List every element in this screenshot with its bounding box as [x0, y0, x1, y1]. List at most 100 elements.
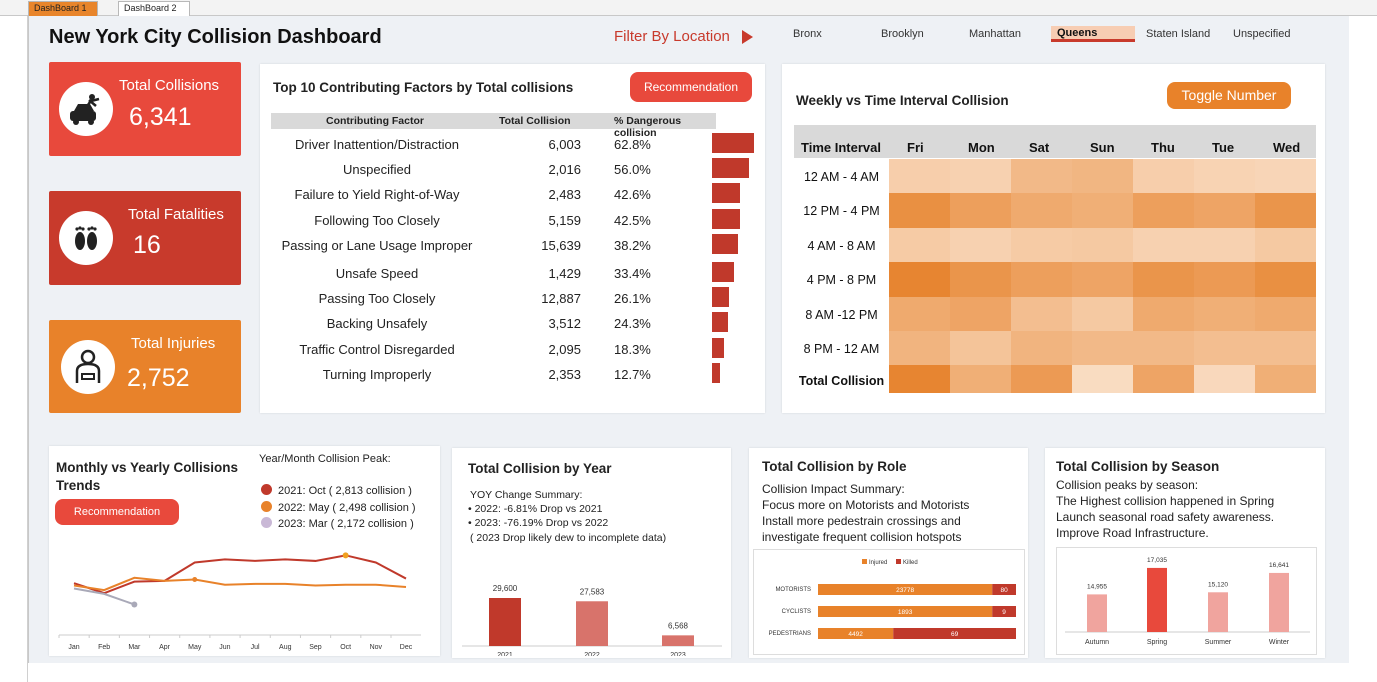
heatmap-cell [1011, 262, 1072, 297]
season-summary-line-2: The Highest collision happened in Spring [1056, 494, 1275, 508]
factor-pct-bar [712, 208, 741, 229]
heatmap-cell [1255, 193, 1316, 228]
season-x-label: Summer [1205, 639, 1232, 646]
factor-name: Passing or Lane Usage Improper [281, 237, 473, 253]
trend-x-label: Apr [159, 644, 171, 651]
year-title: Total Collision by Year [468, 461, 612, 476]
heatmap-cell [1011, 193, 1072, 228]
factor-pct: 26.1% [614, 291, 651, 307]
factor-pct-bar [712, 262, 735, 282]
heatmap-cell [1194, 331, 1255, 366]
heatmap-day-wed: Wed [1273, 140, 1301, 155]
heatmap-day-thu: Thu [1151, 140, 1175, 155]
factor-name: Following Too Closely [314, 212, 440, 228]
heatmap-cell [889, 193, 950, 228]
role-category-label: PEDESTRIANS [769, 631, 811, 637]
year-bar-label: 27,583 [580, 587, 605, 596]
year-bar [662, 635, 694, 646]
peak-item: 2022: May ( 2,498 collision ) [261, 500, 416, 514]
heatmap-cell [1194, 227, 1255, 263]
arrow-right-icon [742, 30, 753, 44]
kpi-collisions-value: 6,341 [129, 103, 192, 131]
heatmap-cell [1255, 331, 1316, 366]
injured-person-icon [61, 340, 115, 394]
sheet-tab-dashboard-1[interactable]: DashBoard 1 [28, 1, 98, 16]
filter-manhattan[interactable]: Manhattan [969, 28, 1021, 40]
heatmap-day-sun: Sun [1090, 140, 1115, 155]
heatmap-cell [950, 296, 1011, 331]
role-injured-value: 23778 [896, 587, 914, 594]
yoy-line-3: ( 2023 Drop likely dew to incomplete dat… [470, 532, 667, 544]
heatmap-cell [1011, 365, 1072, 394]
heatmap-cell [1255, 296, 1316, 331]
toggle-number-button[interactable]: Toggle Number [1167, 82, 1291, 109]
factor-total: 6,003 [548, 137, 581, 152]
factors-card: Top 10 Contributing Factors by Total col… [260, 64, 765, 413]
trend-x-label: Sep [309, 644, 322, 651]
heatmap-cell [1133, 365, 1194, 394]
role-category-label: CYCLISTS [782, 609, 811, 615]
heatmap-cell [889, 159, 950, 194]
season-summary: Collision peaks by season: The Highest c… [1056, 477, 1274, 541]
sheet-tab-dashboard-2[interactable]: DashBoard 2 [118, 1, 190, 16]
filter-unspecified[interactable]: Unspecified [1233, 28, 1290, 40]
heatmap-cell [1072, 331, 1133, 366]
season-summary-line-4: Improve Road Infrastructure. [1056, 526, 1209, 540]
dashboard-root: DashBoard 1 DashBoard 2 New York City Co… [0, 0, 1377, 682]
factor-row: Unspecified 2,016 56.0% [271, 158, 756, 184]
role-chart: Injured Killed MOTORISTS 23778 80 CYCLISTS 189… [753, 549, 1025, 655]
page-title: New York City Collision Dashboard [49, 26, 382, 48]
role-card: Total Collision by Role Collision Impact… [749, 448, 1028, 658]
factor-total: 2,016 [548, 162, 581, 178]
season-bar-label: 14,955 [1087, 583, 1107, 590]
heatmap-day-mon: Mon [968, 140, 995, 155]
heatmap-cell [1133, 331, 1194, 366]
filter-bronx[interactable]: Bronx [793, 28, 822, 40]
season-bar-label: 15,120 [1208, 581, 1228, 588]
year-bar-label: 6,568 [668, 621, 689, 630]
heatmap-cell [1133, 262, 1194, 297]
role-killed-value: 69 [951, 631, 959, 638]
heatmap-cell [1194, 365, 1255, 394]
filter-queens[interactable]: Queens [1051, 26, 1135, 42]
filter-staten-island[interactable]: Staten Island [1146, 28, 1210, 40]
factors-recommendation-button[interactable]: Recommendation [630, 72, 752, 102]
trend-recommendation-button[interactable]: Recommendation [55, 499, 179, 525]
filter-label: Filter By Location [614, 28, 730, 45]
trend-peak-point [192, 576, 198, 582]
year-bar [489, 598, 521, 646]
heatmap-cell [1072, 193, 1133, 228]
factor-row: Turning Improperly 2,353 12.7% [271, 362, 756, 389]
factor-name: Unspecified [343, 162, 411, 178]
peak-dot [261, 500, 272, 512]
season-bar [1147, 567, 1167, 632]
heatmap-row-label: 4 PM - 8 PM [806, 273, 877, 288]
heatmap-cell [889, 262, 950, 297]
trend-x-label: Jan [68, 644, 79, 651]
heatmap-cell [1194, 296, 1255, 331]
heatmap-cell [1133, 193, 1194, 228]
trend-x-label: Jun [219, 644, 230, 651]
col-pct: % Dangerous collision [614, 115, 682, 139]
kpi-injuries-value: 2,752 [127, 364, 190, 392]
heatmap-cell [1072, 159, 1133, 194]
factor-total: 5,159 [548, 212, 581, 228]
heatmap-day-sat: Sat [1029, 140, 1050, 155]
role-summary-line-4: investigate frequent collision hotspots [762, 530, 962, 544]
kpi-total-injuries: Total Injuries 2,752 [49, 320, 241, 413]
year-bar-label: 29,600 [493, 584, 518, 593]
factor-name: Backing Unsafely [326, 316, 428, 332]
heatmap-cell [950, 331, 1011, 366]
trend-title: Monthly vs Yearly Collisions Trends [56, 460, 239, 493]
season-summary-line-3: Launch seasonal road safety awareness. [1056, 510, 1275, 524]
heatmap-cell [1011, 331, 1072, 366]
role-category-label: MOTORISTS [775, 587, 811, 593]
year-bar [576, 601, 608, 646]
peak-item: 2023: Mar ( 2,172 collision ) [261, 517, 414, 530]
footprints-icon [59, 211, 113, 265]
role-title: Total Collision by Role [762, 459, 907, 474]
factor-total: 12,887 [541, 291, 581, 307]
filter-brooklyn[interactable]: Brooklyn [881, 28, 924, 40]
heatmap-cell [889, 365, 950, 394]
kpi-fatalities-value: 16 [133, 231, 161, 259]
